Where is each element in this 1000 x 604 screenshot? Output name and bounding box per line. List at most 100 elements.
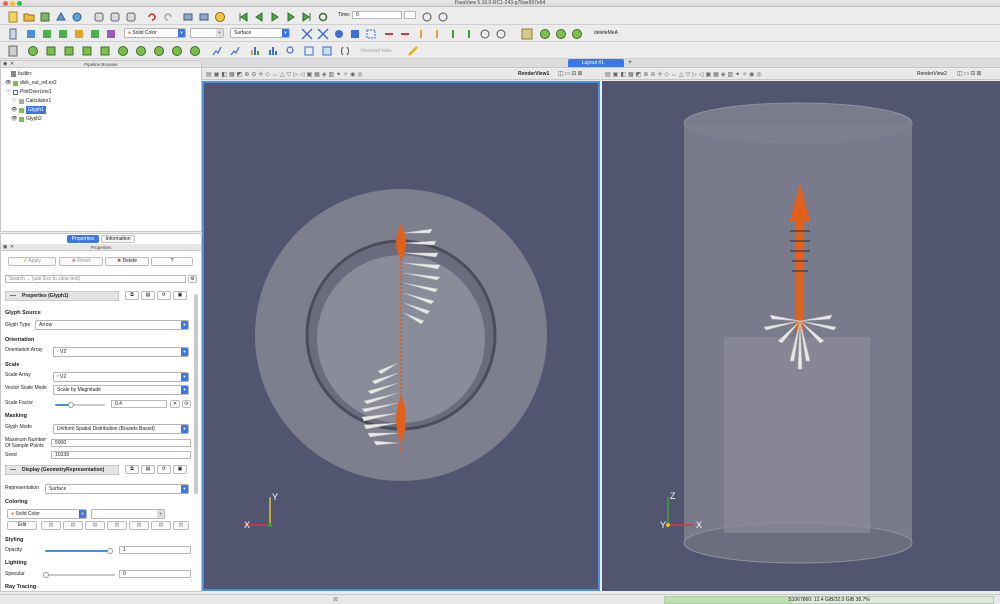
rescale-custom-icon[interactable] bbox=[56, 27, 69, 40]
visibility-eye-icon[interactable]: 👁 bbox=[11, 115, 17, 123]
rescale-visible-icon[interactable] bbox=[72, 27, 85, 40]
representation-select[interactable]: Surface ▼ bbox=[230, 28, 290, 38]
add-layout-tab-button[interactable]: + bbox=[626, 59, 634, 67]
restore-defaults-icon[interactable]: ⟳ bbox=[157, 291, 171, 300]
spreadsheet-icon[interactable] bbox=[320, 44, 333, 57]
refresh-icon[interactable]: ⟳ bbox=[182, 400, 191, 408]
pipeline-item-glyph1[interactable]: 👁 Glyph1 bbox=[11, 106, 46, 114]
coloring-component-select[interactable]: ▼ bbox=[91, 509, 165, 519]
zoom-closest-icon[interactable] bbox=[364, 27, 377, 40]
open-folder-icon[interactable] bbox=[22, 10, 35, 23]
close-window-icon[interactable] bbox=[3, 1, 8, 6]
camera-redo-icon[interactable] bbox=[197, 10, 210, 23]
save-defaults-icon[interactable]: ▣ bbox=[173, 465, 187, 474]
specular-slider-knob[interactable] bbox=[43, 572, 49, 578]
glyph-icon[interactable] bbox=[116, 44, 129, 57]
pipeline-item-plotoverline1[interactable]: 👁 PlotOverLine1 bbox=[5, 88, 52, 96]
view-pos-y-icon[interactable] bbox=[414, 27, 427, 40]
scale-factor-slider-track[interactable] bbox=[71, 404, 105, 406]
rescale-custom-icon[interactable]: ▥ bbox=[85, 521, 105, 530]
slice-icon[interactable] bbox=[62, 44, 75, 57]
view-split-icons[interactable]: ◫▭⊟⊠ bbox=[957, 70, 982, 77]
last-frame-icon[interactable] bbox=[300, 10, 313, 23]
delete-button[interactable]: ✖ Delete bbox=[105, 257, 149, 266]
pipeline-item-disk-out-ref[interactable]: 👁 disk_out_ref.ex2 bbox=[5, 79, 57, 87]
save-state-icon[interactable] bbox=[70, 10, 83, 23]
toggle-scalar-bar-icon[interactable] bbox=[104, 27, 117, 40]
coloring-select[interactable]: ● Solid Color ▼ bbox=[7, 509, 87, 519]
contour-icon[interactable] bbox=[26, 44, 39, 57]
first-frame-icon[interactable] bbox=[236, 10, 249, 23]
tab-layout-1[interactable]: Layout #1 bbox=[568, 59, 624, 67]
scale-factor-slider-knob[interactable] bbox=[68, 402, 74, 408]
calculator-icon[interactable] bbox=[6, 44, 19, 57]
new-file-icon[interactable] bbox=[6, 10, 19, 23]
panel-float-icon[interactable]: ◉ bbox=[3, 244, 7, 251]
view-tools-icons[interactable]: ▤▣◧▦◩⊕⊖✛◇↔△▽▷◁▣▦◈▥✦✧◉◎ bbox=[605, 71, 764, 78]
save-defaults-icon[interactable]: ▣ bbox=[173, 291, 187, 300]
rescale-icon[interactable]: ▥ bbox=[63, 521, 83, 530]
reset-button[interactable]: ⊘ Reset bbox=[59, 257, 103, 266]
apply-button[interactable]: ✔ Apply bbox=[8, 257, 56, 266]
reset-camera-icon[interactable] bbox=[300, 27, 313, 40]
specular-slider-track[interactable] bbox=[45, 574, 115, 576]
minimize-window-icon[interactable] bbox=[10, 1, 15, 6]
status-close-icon[interactable]: ⊠ bbox=[333, 596, 338, 603]
panel-close-icon[interactable]: ✕ bbox=[10, 61, 14, 68]
next-frame-icon[interactable] bbox=[284, 10, 297, 23]
tab-information[interactable]: Information bbox=[101, 235, 135, 243]
renderview1[interactable]: Y X bbox=[202, 81, 600, 591]
section-display[interactable]: Display (GeometryRepresentation) bbox=[5, 465, 119, 475]
properties-search-input[interactable]: Search ... (use Esc to clear text) bbox=[5, 275, 186, 283]
max-sample-points-input[interactable]: 5000 bbox=[51, 439, 191, 447]
visibility-eye-icon[interactable]: 👁 bbox=[11, 97, 17, 105]
edit-color-button[interactable]: Edit bbox=[7, 521, 37, 530]
save-preset-icon[interactable]: ▥ bbox=[173, 521, 189, 530]
view-neg-y-icon[interactable] bbox=[430, 27, 443, 40]
plot-over-line-icon[interactable] bbox=[210, 44, 223, 57]
redo-icon[interactable] bbox=[161, 10, 174, 23]
histogram-icon[interactable] bbox=[248, 44, 261, 57]
save-data-icon[interactable] bbox=[38, 10, 51, 23]
interaction-mode-icon[interactable] bbox=[520, 27, 533, 40]
time-manager-icon[interactable] bbox=[436, 10, 449, 23]
properties-scrollbar[interactable] bbox=[194, 294, 198, 494]
specular-input[interactable]: 0 bbox=[119, 570, 191, 578]
restore-defaults-icon[interactable]: ⟳ bbox=[157, 465, 171, 474]
zoom-to-box-icon[interactable] bbox=[348, 27, 361, 40]
view-split-icons[interactable]: ◫▭⊟⊠ bbox=[558, 70, 583, 77]
panel-close-icon[interactable]: ✕ bbox=[10, 244, 14, 251]
ruler-icon[interactable] bbox=[406, 44, 419, 57]
time-inspector-icon[interactable] bbox=[420, 10, 433, 23]
extract-subset-icon[interactable] bbox=[98, 44, 111, 57]
choose-preset-icon[interactable]: ▥ bbox=[151, 521, 171, 530]
loop-icon[interactable] bbox=[316, 10, 329, 23]
rescale-data-icon[interactable] bbox=[40, 27, 53, 40]
copy-icon[interactable]: ⧉ bbox=[125, 291, 139, 300]
opacity-slider-knob[interactable] bbox=[107, 548, 113, 554]
help-button[interactable]: ? bbox=[151, 257, 193, 266]
paste-icon[interactable]: ▤ bbox=[141, 291, 155, 300]
rotate-neg-90-icon[interactable] bbox=[494, 27, 507, 40]
connect-icon[interactable] bbox=[92, 10, 105, 23]
vector-scale-mode-select[interactable]: Scale by Magnitude ▼ bbox=[53, 385, 189, 395]
visibility-eye-icon[interactable]: 👁 bbox=[5, 88, 11, 96]
disconnect-icon[interactable] bbox=[108, 10, 121, 23]
copy-icon[interactable]: ⧉ bbox=[125, 465, 139, 474]
component-select[interactable]: ▼ bbox=[190, 28, 224, 38]
find-data-icon[interactable] bbox=[284, 44, 297, 57]
python-script-icon[interactable] bbox=[338, 44, 351, 57]
rescale-time-icon[interactable]: ▥ bbox=[129, 521, 149, 530]
threshold-icon[interactable] bbox=[80, 44, 93, 57]
undo-icon[interactable] bbox=[145, 10, 158, 23]
stream-tracer-icon[interactable] bbox=[134, 44, 147, 57]
threshold-table-label[interactable]: Threshold Table bbox=[360, 48, 392, 53]
view-pos-x-icon[interactable] bbox=[382, 27, 395, 40]
load-state-icon[interactable] bbox=[54, 10, 67, 23]
renderview2[interactable]: Z X Y bbox=[602, 81, 1000, 591]
orientation-array-select[interactable]: ᵛ V2 ▼ bbox=[53, 347, 189, 357]
time-input[interactable]: 0 bbox=[352, 11, 402, 19]
clip-icon[interactable] bbox=[44, 44, 57, 57]
visibility-eye-icon[interactable]: 👁 bbox=[5, 79, 11, 87]
color-legend-icon[interactable]: ▥ bbox=[41, 521, 61, 530]
